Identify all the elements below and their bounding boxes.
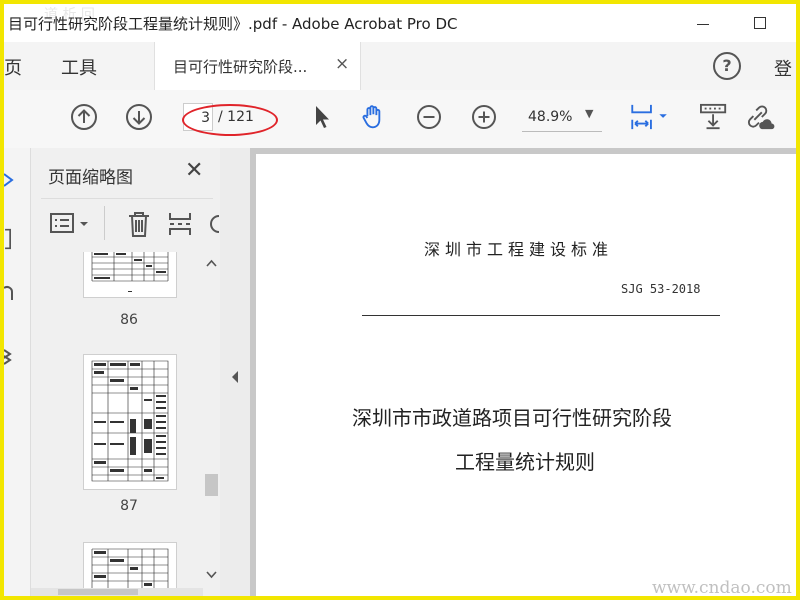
page-thumbnails-panel: 页面缩略图 ✕ 86 87	[31, 148, 220, 596]
collapse-arrow-icon[interactable]	[230, 370, 240, 384]
layers-icon[interactable]	[4, 346, 18, 368]
horizontal-scrollbar-thumb[interactable]	[58, 589, 138, 595]
acrobat-window: 道 析 回 目可行性研究阶段工程量统计规则》.pdf - Adobe Acrob…	[4, 4, 796, 596]
hand-tool-icon[interactable]	[359, 103, 387, 131]
share-link-icon[interactable]	[742, 103, 776, 131]
thumbnail-scrollbar[interactable]	[203, 252, 220, 596]
thumbnail-label-86: 86	[120, 312, 138, 328]
chevron-down-icon: ▼	[585, 107, 594, 120]
scrollbar-thumb[interactable]	[205, 474, 218, 496]
help-icon[interactable]: ?	[713, 52, 741, 80]
main-toolbar: 3 / 121 48.9% ▼	[4, 90, 796, 149]
title-bar: 道 析 回 目可行性研究阶段工程量统计规则》.pdf - Adobe Acrob…	[4, 4, 796, 42]
scroll-mode-icon[interactable]	[698, 103, 730, 131]
page-86-preview	[91, 252, 169, 292]
header-rule	[362, 315, 720, 316]
tab-tools[interactable]: 工具	[61, 54, 97, 80]
page-87-preview	[91, 360, 169, 482]
page-thumbnails-icon[interactable]	[4, 170, 18, 192]
thumbnail-page-86[interactable]	[83, 252, 177, 298]
left-navigation-rail	[4, 148, 31, 596]
maximize-button[interactable]	[746, 10, 776, 36]
highlight-ellipse	[182, 104, 278, 136]
zoom-in-icon[interactable]	[470, 103, 498, 131]
delete-page-icon[interactable]	[125, 210, 153, 238]
document-title-line2: 工程量统计规则	[455, 450, 595, 474]
scroll-down-icon[interactable]	[205, 570, 218, 580]
pdf-page: 深圳市工程建设标准 SJG 53-2018 深圳市市政道路项目可行性研究阶段 工…	[256, 154, 796, 596]
scroll-up-icon[interactable]	[205, 258, 218, 268]
bookmark-icon[interactable]	[4, 228, 18, 250]
document-title-line1: 深圳市市政道路项目可行性研究阶段	[352, 406, 672, 430]
standard-code: SJG 53-2018	[621, 282, 701, 296]
zoom-value: 48.9%	[528, 109, 573, 125]
standard-heading: 深圳市工程建设标准	[424, 240, 614, 259]
thumbnail-list[interactable]: 86 87	[31, 252, 201, 596]
zoom-select[interactable]: 48.9% ▼	[522, 103, 602, 132]
zoom-out-icon[interactable]	[415, 103, 443, 131]
thumbnail-label-87: 87	[120, 498, 138, 514]
thumbnail-horizontal-scrollbar[interactable]	[31, 588, 203, 596]
close-panel-icon[interactable]: ✕	[185, 158, 203, 183]
panel-collapse-handle[interactable]	[220, 148, 250, 596]
close-icon[interactable]: ×	[335, 54, 349, 74]
panel-title: 页面缩略图	[48, 168, 133, 188]
minimize-button[interactable]	[689, 10, 719, 36]
site-watermark: www.cndao.com	[652, 578, 792, 596]
thumbnail-page-87[interactable]	[83, 354, 177, 490]
panel-divider	[41, 198, 213, 199]
tab-home[interactable]: 主页	[4, 54, 22, 80]
attachment-icon[interactable]	[4, 284, 18, 306]
tab-document-label: 目可行性研究阶段...	[173, 58, 308, 76]
login-button[interactable]: 登	[774, 55, 792, 81]
thumbnail-options-icon[interactable]	[49, 210, 93, 238]
previous-page-icon[interactable]	[70, 103, 98, 131]
tab-bar: 主页 工具 目可行性研究阶段... × ? 登	[4, 42, 796, 90]
tab-document[interactable]: 目可行性研究阶段... ×	[154, 42, 361, 90]
document-view[interactable]: 深圳市工程建设标准 SJG 53-2018 深圳市市政道路项目可行性研究阶段 工…	[250, 148, 796, 596]
extract-page-icon[interactable]	[168, 210, 196, 238]
window-title: 目可行性研究阶段工程量统计规则》.pdf - Adobe Acrobat Pro…	[8, 15, 458, 33]
fit-page-icon[interactable]	[628, 103, 672, 131]
next-page-icon[interactable]	[125, 103, 153, 131]
select-pointer-icon[interactable]	[308, 103, 336, 131]
toolbar-divider	[104, 206, 105, 240]
